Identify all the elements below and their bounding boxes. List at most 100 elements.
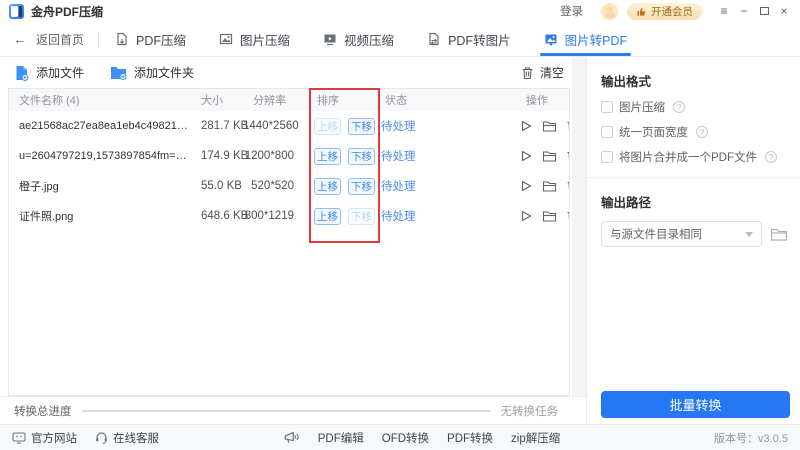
sidebar-divider xyxy=(587,177,800,178)
tab-image-to-pdf[interactable]: 图片转PDF xyxy=(544,22,628,56)
footer-bar: 官方网站 在线客服 PDF编辑 OFD转换 PDF转换 zip解压缩 版本号：v… xyxy=(0,424,800,450)
close-button[interactable]: × xyxy=(774,2,794,20)
online-service-link[interactable]: 在线客服 xyxy=(95,430,159,446)
delete-button[interactable] xyxy=(566,179,570,193)
table-row: u=2604797219,1573897854fm=193f=... 174.9… xyxy=(9,141,569,171)
header-actions: 操作 xyxy=(471,92,569,108)
add-file-icon xyxy=(14,65,29,81)
delete-button[interactable] xyxy=(566,119,570,133)
tab-pdf-to-image[interactable]: PDF转图片 xyxy=(427,22,511,56)
file-resolution: 800*1219 xyxy=(243,210,307,222)
add-folder-button[interactable]: 添加文件夹 xyxy=(110,64,194,81)
file-resolution: 1200*800 xyxy=(243,150,307,162)
file-list: 文件名称 (4) 大小 分辨率 排序 状态 操作 ae21568ac27ea8e… xyxy=(8,88,570,396)
header-sort: 排序 xyxy=(307,92,375,108)
menu-icon[interactable]: ≡ xyxy=(714,2,734,20)
file-name: u=2604797219,1573897854fm=193f=... xyxy=(9,150,191,162)
footer-link-pdf-edit[interactable]: PDF编辑 xyxy=(318,430,364,446)
tab-label: 图片转PDF xyxy=(565,30,628,49)
chevron-down-icon xyxy=(745,232,753,237)
move-down-button[interactable]: 下移 xyxy=(348,118,375,135)
maximize-button[interactable] xyxy=(754,2,774,20)
status-badge: 待处理 xyxy=(375,208,471,224)
scrollbar-track[interactable] xyxy=(572,57,586,424)
add-folder-icon xyxy=(110,65,127,80)
output-path-select[interactable]: 与源文件目录相同 xyxy=(601,221,762,247)
nav-bar: ← 返回首页 PDF压缩 图片压缩 视频压缩 PDF转图片 图片转PDF xyxy=(0,22,800,57)
move-up-button[interactable]: 上移 xyxy=(314,208,341,225)
option-merge-pdf[interactable]: 将图片合并成一个PDF文件 ? xyxy=(601,149,800,165)
output-path-title: 输出路径 xyxy=(601,192,800,211)
monitor-icon xyxy=(12,432,26,444)
move-down-button[interactable]: 下移 xyxy=(348,208,375,225)
help-icon[interactable]: ? xyxy=(696,126,708,138)
header-name: 文件名称 (4) xyxy=(9,92,191,108)
tab-label: 图片压缩 xyxy=(240,30,290,49)
open-folder-button[interactable] xyxy=(542,180,557,193)
move-down-button[interactable]: 下移 xyxy=(348,148,375,165)
open-folder-button[interactable] xyxy=(542,120,557,133)
file-size: 174.9 KB xyxy=(191,150,243,162)
header-status: 状态 xyxy=(375,92,471,108)
checkbox[interactable] xyxy=(601,101,613,113)
minimize-button[interactable]: − xyxy=(734,2,754,20)
main-panel: 添加文件 添加文件夹 清空 文件名称 (4) 大小 分辨率 排序 状态 操作 a… xyxy=(0,57,586,424)
login-link[interactable]: 登录 xyxy=(560,3,583,19)
checkbox[interactable] xyxy=(601,126,613,138)
progress-row: 转换总进度 无转换任务 xyxy=(0,396,586,424)
nav-divider xyxy=(98,32,99,47)
option-label: 统一页面宽度 xyxy=(619,124,688,140)
vip-button[interactable]: 开通会员 xyxy=(627,3,702,20)
delete-button[interactable] xyxy=(566,149,570,163)
browse-folder-button[interactable] xyxy=(770,227,788,242)
play-button[interactable] xyxy=(519,179,533,193)
play-button[interactable] xyxy=(519,209,533,223)
official-site-label: 官方网站 xyxy=(31,430,77,446)
tab-label: 视频压缩 xyxy=(344,30,394,49)
play-button[interactable] xyxy=(519,149,533,163)
back-arrow-icon[interactable]: ← xyxy=(13,32,27,46)
delete-button[interactable] xyxy=(566,209,570,223)
footer-link-zip[interactable]: zip解压缩 xyxy=(511,430,560,446)
back-home-link[interactable]: 返回首页 xyxy=(36,31,84,48)
output-path-row: 与源文件目录相同 xyxy=(601,221,788,247)
move-up-button[interactable]: 上移 xyxy=(314,178,341,195)
nav-tabs: PDF压缩 图片压缩 视频压缩 PDF转图片 图片转PDF xyxy=(115,22,660,56)
option-image-compress[interactable]: 图片压缩 ? xyxy=(601,99,800,115)
move-up-button[interactable]: 上移 xyxy=(314,148,341,165)
help-icon[interactable]: ? xyxy=(765,151,777,163)
titlebar-right: 登录 开通会员 ≡ − × xyxy=(560,2,794,20)
footer-link-pdf-convert[interactable]: PDF转换 xyxy=(447,430,493,446)
tab-pdf-compress[interactable]: PDF压缩 xyxy=(115,22,186,56)
batch-convert-button[interactable]: 批量转换 xyxy=(601,391,790,418)
footer-links: PDF编辑 OFD转换 PDF转换 zip解压缩 xyxy=(284,430,560,446)
status-badge: 待处理 xyxy=(375,118,471,134)
official-site-link[interactable]: 官方网站 xyxy=(12,430,77,446)
app-logo-icon xyxy=(9,4,24,19)
settings-sidebar: 输出格式 图片压缩 ? 统一页面宽度 ? 将图片合并成一个PDF文件 ? 输出路… xyxy=(586,57,800,424)
tab-video-compress[interactable]: 视频压缩 xyxy=(323,22,394,56)
move-up-button[interactable]: 上移 xyxy=(314,118,341,135)
tab-image-compress[interactable]: 图片压缩 xyxy=(219,22,290,56)
checkbox[interactable] xyxy=(601,151,613,163)
titlebar: 金舟PDF压缩 登录 开通会员 ≡ − × xyxy=(0,0,800,22)
move-down-button[interactable]: 下移 xyxy=(348,178,375,195)
open-folder-button[interactable] xyxy=(542,210,557,223)
footer-link-ofd-convert[interactable]: OFD转换 xyxy=(382,430,429,446)
add-file-button[interactable]: 添加文件 xyxy=(14,64,84,81)
output-path-value: 与源文件目录相同 xyxy=(610,226,702,242)
play-button[interactable] xyxy=(519,119,533,133)
file-size: 55.0 KB xyxy=(191,180,243,192)
progress-status: 无转换任务 xyxy=(501,403,559,419)
add-folder-label: 添加文件夹 xyxy=(134,64,194,81)
help-icon[interactable]: ? xyxy=(673,101,685,113)
option-uniform-width[interactable]: 统一页面宽度 ? xyxy=(601,124,800,140)
header-size: 大小 xyxy=(191,92,243,108)
open-folder-button[interactable] xyxy=(542,150,557,163)
video-compress-icon xyxy=(323,32,337,46)
file-name: ae21568ac27ea8ea1eb4c498214c591c.j... xyxy=(9,120,191,132)
avatar[interactable] xyxy=(601,3,618,20)
tab-label: PDF压缩 xyxy=(136,30,186,49)
progress-bar xyxy=(82,410,491,412)
clear-all-button[interactable]: 清空 xyxy=(521,64,564,81)
